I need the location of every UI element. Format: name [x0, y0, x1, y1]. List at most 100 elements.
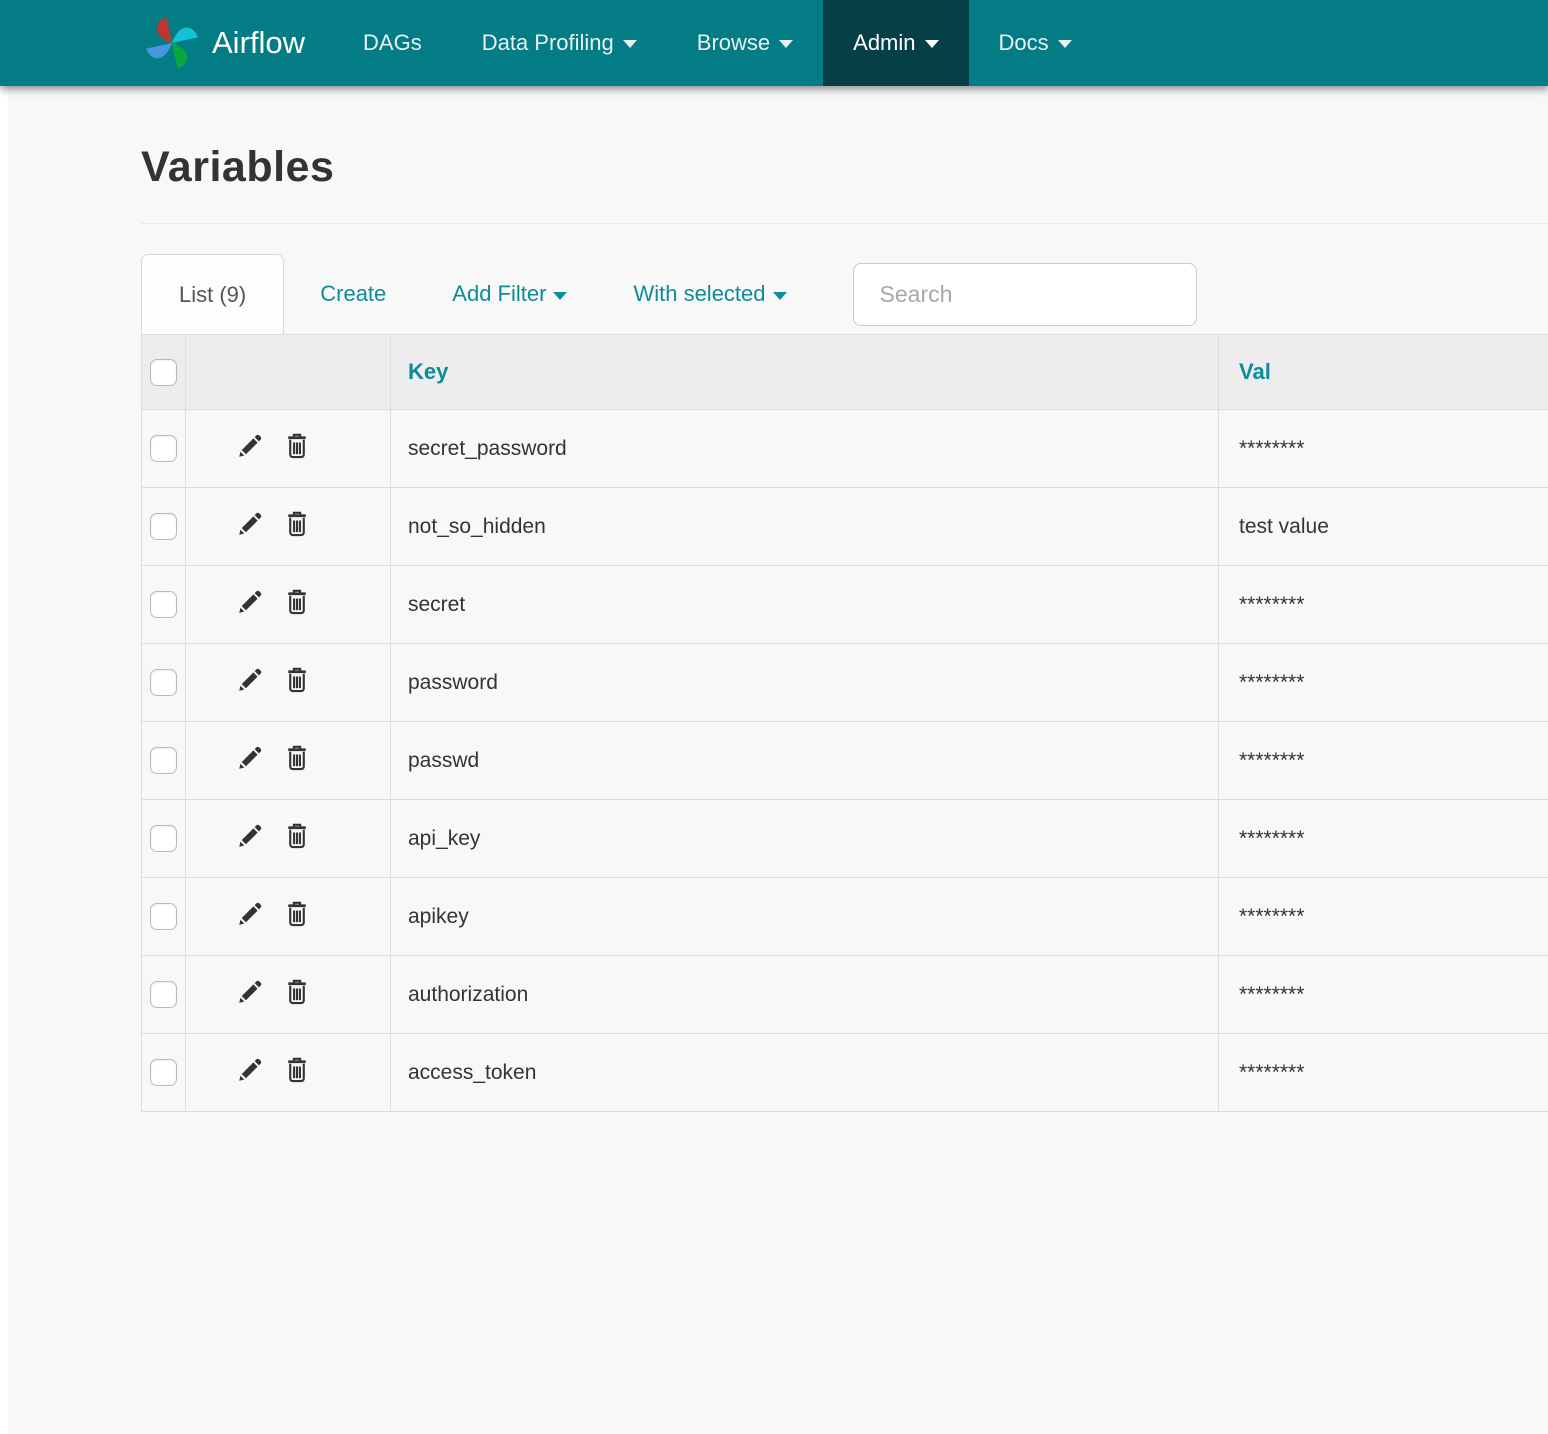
row-checkbox[interactable]	[150, 435, 177, 462]
delete-button[interactable]	[283, 666, 311, 694]
variable-key: authorization	[391, 956, 1219, 1034]
row-checkbox[interactable]	[150, 591, 177, 618]
chevron-down-icon	[1058, 40, 1072, 48]
select-all-cell	[142, 335, 186, 410]
edit-button[interactable]	[236, 900, 264, 928]
chevron-down-icon	[553, 292, 567, 300]
pencil-icon	[236, 666, 264, 694]
variables-table: Key Val secret_password ********	[141, 334, 1548, 1112]
delete-button[interactable]	[283, 588, 311, 616]
edit-button[interactable]	[236, 1056, 264, 1084]
row-checkbox[interactable]	[150, 1059, 177, 1086]
variable-val: ********	[1219, 800, 1548, 878]
tab-list[interactable]: List (9)	[141, 254, 284, 334]
edit-button[interactable]	[236, 588, 264, 616]
pencil-icon	[236, 822, 264, 850]
variable-key: apikey	[391, 878, 1219, 956]
table-row: password ********	[142, 644, 1548, 722]
edit-button[interactable]	[236, 744, 264, 772]
pencil-icon	[236, 432, 264, 460]
search-input[interactable]	[853, 263, 1197, 326]
nav-item-dags[interactable]: DAGs	[333, 0, 452, 86]
variable-key: secret	[391, 566, 1219, 644]
row-checkbox[interactable]	[150, 825, 177, 852]
trash-icon	[283, 432, 311, 460]
pencil-icon	[236, 744, 264, 772]
variable-key: access_token	[391, 1034, 1219, 1112]
sort-by-val-link[interactable]: Val	[1239, 359, 1271, 384]
delete-button[interactable]	[283, 510, 311, 538]
table-row: api_key ********	[142, 800, 1548, 878]
actions-header-cell	[186, 335, 391, 410]
delete-button[interactable]	[283, 744, 311, 772]
delete-button[interactable]	[283, 978, 311, 1006]
delete-button[interactable]	[283, 900, 311, 928]
with-selected-dropdown[interactable]: With selected	[633, 281, 786, 307]
chevron-down-icon	[779, 40, 793, 48]
trash-icon	[283, 978, 311, 1006]
pencil-icon	[236, 900, 264, 928]
trash-icon	[283, 900, 311, 928]
table-row: secret ********	[142, 566, 1548, 644]
pencil-icon	[236, 510, 264, 538]
variable-val: ********	[1219, 644, 1548, 722]
chevron-down-icon	[925, 40, 939, 48]
delete-button[interactable]	[283, 432, 311, 460]
trash-icon	[283, 510, 311, 538]
select-all-checkbox[interactable]	[150, 359, 177, 386]
table-row: secret_password ********	[142, 410, 1548, 488]
table-header-row: Key Val	[142, 335, 1548, 410]
variable-val: ********	[1219, 566, 1548, 644]
create-link[interactable]: Create	[320, 281, 386, 307]
variable-key: password	[391, 644, 1219, 722]
nav-item-browse[interactable]: Browse	[667, 0, 823, 86]
variable-val: ********	[1219, 956, 1548, 1034]
with-selected-label: With selected	[633, 281, 765, 307]
airflow-brand-link[interactable]: Airflow	[145, 0, 305, 86]
nav-item-label: Docs	[999, 30, 1049, 56]
variable-val: test value	[1219, 488, 1548, 566]
row-checkbox[interactable]	[150, 747, 177, 774]
row-checkbox[interactable]	[150, 903, 177, 930]
delete-button[interactable]	[283, 1056, 311, 1084]
nav-item-docs[interactable]: Docs	[969, 0, 1102, 86]
delete-button[interactable]	[283, 822, 311, 850]
variable-key: not_so_hidden	[391, 488, 1219, 566]
chevron-down-icon	[623, 40, 637, 48]
variable-key: passwd	[391, 722, 1219, 800]
table-row: apikey ********	[142, 878, 1548, 956]
row-checkbox[interactable]	[150, 513, 177, 540]
nav-item-label: DAGs	[363, 30, 422, 56]
nav-item-label: Data Profiling	[482, 30, 614, 56]
variable-val: ********	[1219, 722, 1548, 800]
table-row: passwd ********	[142, 722, 1548, 800]
edit-button[interactable]	[236, 978, 264, 1006]
table-row: not_so_hidden test value	[142, 488, 1548, 566]
pencil-icon	[236, 978, 264, 1006]
trash-icon	[283, 588, 311, 616]
trash-icon	[283, 666, 311, 694]
sort-by-key-link[interactable]: Key	[408, 359, 448, 384]
add-filter-label: Add Filter	[452, 281, 546, 307]
nav-item-data-profiling[interactable]: Data Profiling	[452, 0, 667, 86]
trash-icon	[283, 744, 311, 772]
nav-item-label: Admin	[853, 30, 915, 56]
pencil-icon	[236, 588, 264, 616]
row-checkbox[interactable]	[150, 981, 177, 1008]
row-checkbox[interactable]	[150, 669, 177, 696]
table-row: access_token ********	[142, 1034, 1548, 1112]
title-divider	[141, 223, 1548, 224]
airflow-pinwheel-logo	[145, 16, 199, 70]
variable-val: ********	[1219, 878, 1548, 956]
val-column-header: Val	[1219, 335, 1548, 410]
edit-button[interactable]	[236, 666, 264, 694]
add-filter-dropdown[interactable]: Add Filter	[452, 281, 567, 307]
edit-button[interactable]	[236, 432, 264, 460]
nav-item-admin[interactable]: Admin	[823, 0, 968, 86]
trash-icon	[283, 1056, 311, 1084]
edit-button[interactable]	[236, 510, 264, 538]
edit-button[interactable]	[236, 822, 264, 850]
list-toolbar: List (9) Create Add Filter With selected	[141, 254, 1548, 334]
chevron-down-icon	[773, 292, 787, 300]
brand-label: Airflow	[212, 25, 305, 61]
